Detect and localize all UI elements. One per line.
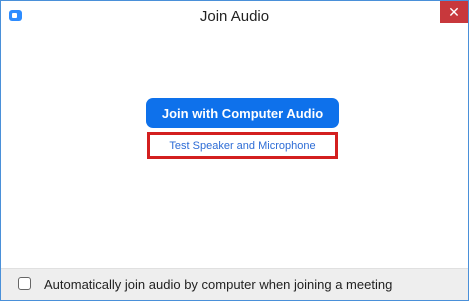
join-audio-dialog: Join Audio ✕ Join with Computer Audio Te…: [0, 0, 469, 301]
footer-bar: Automatically join audio by computer whe…: [1, 268, 468, 300]
test-speaker-highlight: Test Speaker and Microphone: [147, 132, 338, 159]
auto-join-checkbox[interactable]: [18, 277, 31, 290]
title-bar: Join Audio ✕: [1, 1, 468, 31]
join-with-computer-audio-button[interactable]: Join with Computer Audio: [146, 98, 339, 128]
auto-join-label[interactable]: Automatically join audio by computer whe…: [44, 277, 392, 292]
window-title: Join Audio: [199, 8, 270, 25]
close-button[interactable]: ✕: [440, 1, 468, 23]
test-speaker-microphone-link[interactable]: Test Speaker and Microphone: [169, 140, 315, 152]
close-icon: ✕: [448, 3, 460, 20]
